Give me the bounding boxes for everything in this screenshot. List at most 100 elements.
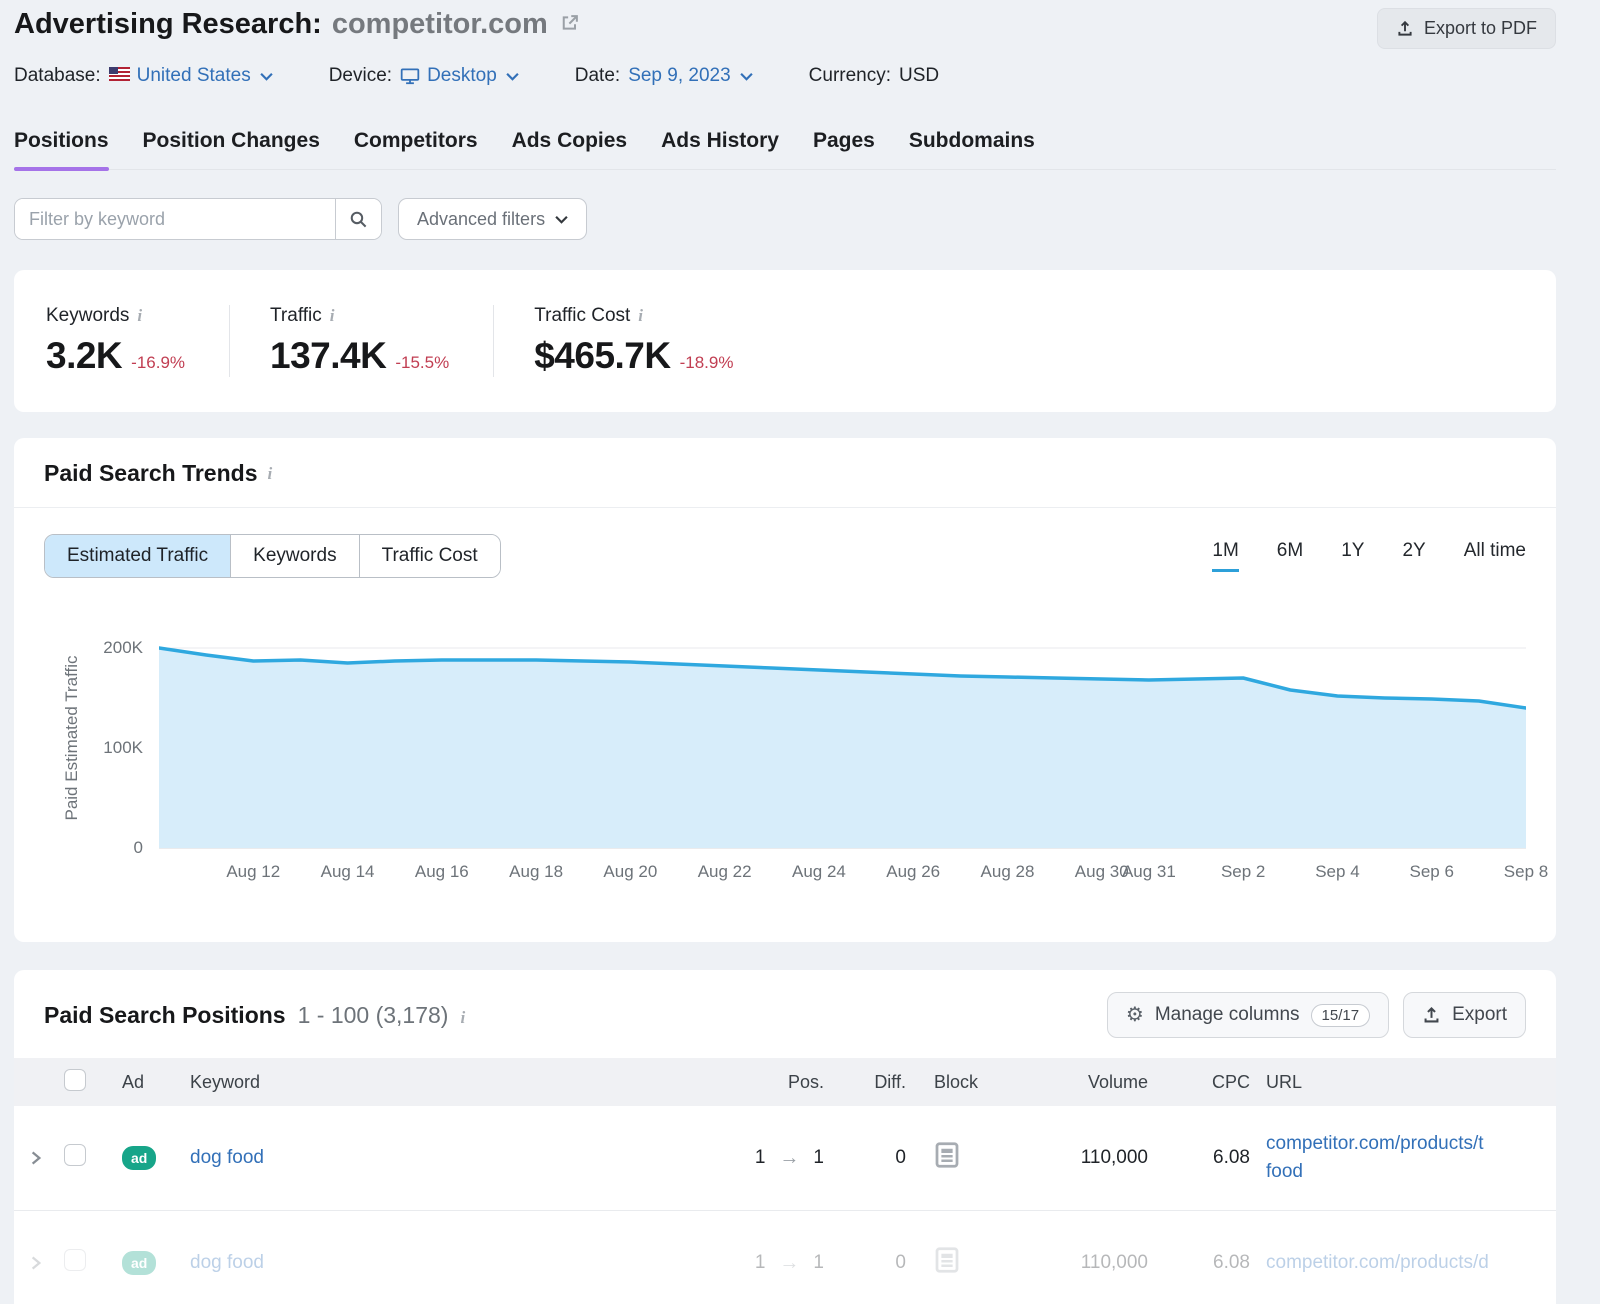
stat-traffic-cost-value: $465.7K — [534, 335, 670, 377]
report-tabs: Positions Position Changes Competitors A… — [14, 129, 1556, 170]
toggle-keywords[interactable]: Keywords — [230, 535, 358, 577]
col-header-url[interactable]: URL — [1256, 1069, 1556, 1096]
select-all-checkbox[interactable] — [64, 1069, 86, 1091]
range-1m[interactable]: 1M — [1212, 540, 1238, 572]
top-bar: Advertising Research: competitor.com Exp… — [14, 0, 1556, 49]
trend-chart-plot: Aug 12Aug 14Aug 16Aug 18Aug 20Aug 22Aug … — [159, 634, 1526, 892]
col-header-block[interactable]: Block — [920, 1072, 1002, 1093]
x-tick-label: Sep 8 — [1504, 862, 1548, 882]
stat-traffic: Traffic i 137.4K -15.5% — [229, 305, 493, 377]
report-settings-row: Database: United States Device: — [14, 65, 1556, 87]
x-axis: Aug 12Aug 14Aug 16Aug 18Aug 20Aug 22Aug … — [159, 850, 1526, 892]
tab-ads-history[interactable]: Ads History — [661, 129, 779, 169]
url-link[interactable]: competitor.com/products/t food — [1266, 1133, 1484, 1183]
manage-columns-label: Manage columns — [1155, 1004, 1300, 1026]
device-label: Device: — [329, 65, 392, 87]
row-expander-icon[interactable] — [14, 1149, 58, 1167]
upload-icon — [1396, 20, 1414, 38]
pos-from: 1 — [755, 1252, 766, 1274]
x-tick-label: Sep 6 — [1410, 862, 1454, 882]
info-icon[interactable]: i — [137, 306, 142, 326]
stat-keywords-value: 3.2K — [46, 335, 122, 377]
search-button[interactable] — [335, 199, 381, 239]
tab-competitors[interactable]: Competitors — [354, 129, 478, 169]
block-icon[interactable] — [934, 1259, 960, 1280]
table-row: ad dog food 1 → 1 0 — [14, 1211, 1556, 1304]
col-header-diff[interactable]: Diff. — [834, 1072, 920, 1093]
currency-label: Currency: — [809, 65, 891, 87]
y-tick-label: 0 — [134, 838, 143, 858]
date-selector[interactable]: Date: Sep 9, 2023 — [575, 65, 753, 87]
tab-pages[interactable]: Pages — [813, 129, 875, 169]
pos-from: 1 — [755, 1147, 766, 1169]
paid-search-positions-title: Paid Search Positions — [44, 1002, 286, 1029]
range-6m[interactable]: 6M — [1277, 540, 1303, 572]
stat-keywords-label: Keywords — [46, 305, 129, 327]
keyword-filter-input[interactable] — [15, 199, 335, 239]
device-selector[interactable]: Device: Desktop — [329, 65, 519, 87]
info-icon[interactable]: i — [330, 306, 335, 326]
upload-icon — [1422, 1006, 1441, 1025]
stat-traffic-cost-label: Traffic Cost — [534, 305, 630, 327]
date-value: Sep 9, 2023 — [628, 65, 730, 87]
info-icon[interactable]: i — [267, 464, 272, 484]
toggle-estimated-traffic[interactable]: Estimated Traffic — [45, 535, 230, 577]
filter-row: Advanced filters — [14, 198, 1556, 240]
database-selector[interactable]: Database: United States — [14, 65, 273, 87]
col-header-keyword[interactable]: Keyword — [180, 1072, 702, 1093]
col-header-ad[interactable]: Ad — [116, 1072, 180, 1093]
info-icon[interactable]: i — [638, 306, 643, 326]
summary-stats-card: Keywords i 3.2K -16.9% Traffic i 137.4K … — [14, 270, 1556, 412]
table-row: ad dog food 1 → 1 0 — [14, 1106, 1556, 1210]
search-icon — [349, 210, 368, 229]
row-checkbox[interactable] — [64, 1249, 86, 1271]
tab-ads-copies[interactable]: Ads Copies — [512, 129, 628, 169]
paid-search-trends-card: Paid Search Trends i Estimated Traffic K… — [14, 438, 1556, 942]
stat-traffic-delta: -15.5% — [395, 353, 449, 373]
url-link[interactable]: competitor.com/products/d — [1266, 1252, 1489, 1273]
diff-value: 0 — [834, 1252, 920, 1274]
y-tick-label: 200K — [103, 638, 143, 658]
desktop-icon — [400, 67, 420, 85]
database-label: Database: — [14, 65, 101, 87]
toggle-traffic-cost[interactable]: Traffic Cost — [359, 535, 500, 577]
device-value: Desktop — [427, 65, 497, 87]
x-tick-label: Aug 31 — [1122, 862, 1176, 882]
keyword-link[interactable]: dog food — [190, 1147, 264, 1168]
tab-subdomains[interactable]: Subdomains — [909, 129, 1035, 169]
info-icon[interactable]: i — [460, 1008, 465, 1028]
advanced-filters-button[interactable]: Advanced filters — [398, 198, 587, 240]
col-header-pos[interactable]: Pos. — [702, 1072, 834, 1093]
currency-value: USD — [899, 65, 939, 87]
stat-traffic-value: 137.4K — [270, 335, 386, 377]
block-icon[interactable] — [934, 1154, 960, 1175]
page-title-prefix: Advertising Research: — [14, 8, 322, 41]
manage-columns-button[interactable]: ⚙ Manage columns 15/17 — [1107, 992, 1389, 1038]
x-tick-label: Aug 16 — [415, 862, 469, 882]
export-to-pdf-button[interactable]: Export to PDF — [1377, 8, 1556, 49]
col-header-cpc[interactable]: CPC — [1154, 1072, 1256, 1093]
paid-search-trends-title: Paid Search Trends — [44, 460, 257, 487]
x-tick-label: Sep 4 — [1315, 862, 1359, 882]
export-button[interactable]: Export — [1403, 992, 1526, 1038]
tab-position-changes[interactable]: Position Changes — [143, 129, 320, 169]
pos-to: 1 — [813, 1147, 824, 1169]
chevron-down-icon — [555, 215, 568, 224]
cpc-value: 6.08 — [1154, 1147, 1256, 1169]
range-all-time[interactable]: All time — [1464, 540, 1526, 572]
x-tick-label: Aug 20 — [603, 862, 657, 882]
range-1y[interactable]: 1Y — [1341, 540, 1364, 572]
us-flag-icon — [109, 65, 130, 87]
arrow-right-icon: → — [779, 1147, 799, 1170]
tab-positions[interactable]: Positions — [14, 129, 109, 169]
range-2y[interactable]: 2Y — [1402, 540, 1425, 572]
keyword-link[interactable]: dog food — [190, 1252, 264, 1273]
paid-search-positions-card: Paid Search Positions 1 - 100 (3,178) i … — [14, 970, 1556, 1304]
col-header-volume[interactable]: Volume — [1002, 1072, 1154, 1093]
external-link-icon[interactable] — [560, 8, 580, 41]
row-checkbox[interactable] — [64, 1144, 86, 1166]
page-title-domain: competitor.com — [332, 8, 548, 41]
row-expander-icon[interactable] — [14, 1254, 58, 1272]
y-tick-label: 100K — [103, 738, 143, 758]
volume-value: 110,000 — [1002, 1252, 1154, 1274]
